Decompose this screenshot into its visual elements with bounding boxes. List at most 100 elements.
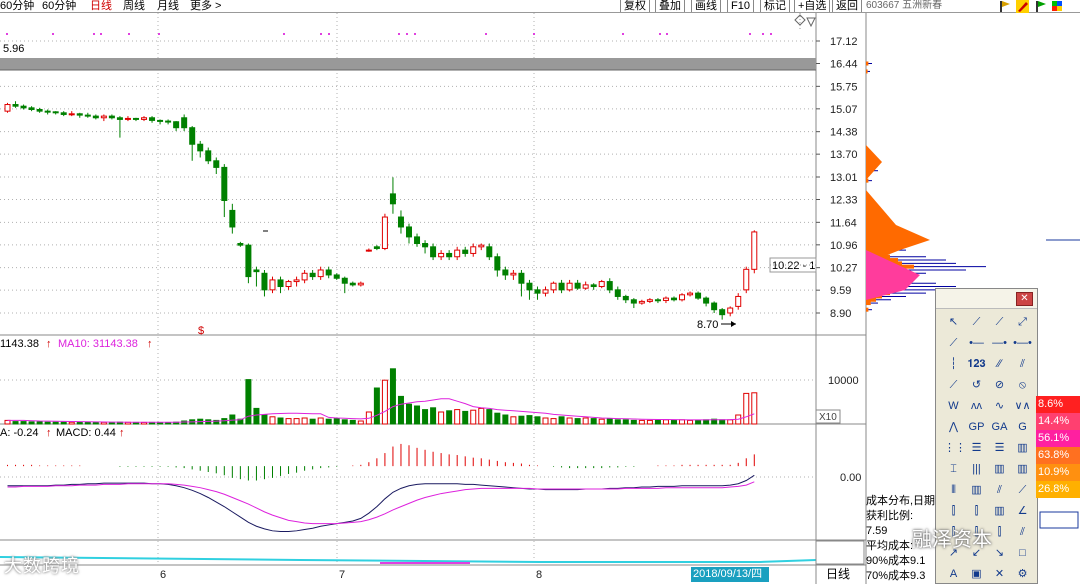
drawing-tool-icon[interactable]: ↖ — [944, 313, 963, 332]
f10-button[interactable]: F10 — [727, 0, 754, 12]
pencil-icon[interactable] — [1016, 0, 1029, 13]
drawing-tool-icon[interactable]: ⊘ — [990, 376, 1009, 395]
color-grid-icon[interactable] — [1052, 1, 1062, 11]
drawing-tool-icon[interactable]: 𝟏𝟐𝟑 — [967, 355, 986, 374]
drawing-tool-icon[interactable]: ⫴ — [944, 481, 963, 500]
drawing-tool-icon[interactable]: ⌶ — [944, 460, 963, 479]
candle-body — [510, 272, 517, 276]
close-icon[interactable]: ✕ — [1016, 292, 1033, 306]
period-weekly[interactable]: 周线 — [123, 0, 145, 12]
event-dot — [158, 33, 160, 35]
drawing-tool-icon[interactable]: ▥ — [1013, 460, 1032, 479]
period-more[interactable]: 更多 > — [190, 0, 221, 12]
drawing-tool-icon[interactable]: ▥ — [967, 481, 986, 500]
volume-bar — [590, 418, 597, 425]
drawing-tool-icon[interactable]: ⚙ — [1013, 565, 1032, 584]
drawing-tool-icon[interactable]: ⫿ — [967, 502, 986, 521]
volume-bar — [108, 421, 115, 425]
period-label[interactable]: 日线 — [826, 567, 850, 582]
drawing-tool-icon[interactable]: ▥ — [990, 460, 1009, 479]
candle — [719, 308, 726, 320]
drawing-tool-icon[interactable]: ⋮⋮ — [944, 439, 966, 458]
candle — [124, 116, 131, 122]
drawing-tool-icon[interactable]: ⫽ — [1013, 523, 1032, 542]
candle — [414, 233, 421, 247]
candle — [333, 273, 340, 280]
candle-body — [237, 243, 244, 246]
drawing-tool-icon[interactable]: ▥ — [1013, 439, 1032, 458]
candle-body — [12, 104, 19, 107]
candle — [654, 298, 661, 304]
volume-bar — [397, 395, 404, 425]
period-monthly[interactable]: 月线 — [157, 0, 179, 12]
drawing-tool-icon[interactable]: A — [944, 565, 963, 584]
volume-bar — [598, 418, 605, 425]
month-label: 6 — [160, 569, 166, 581]
drawing-tool-icon[interactable]: ⟋ — [1013, 481, 1032, 500]
add-watchlist-button[interactable]: +自选 — [794, 0, 831, 12]
drawing-tool-icon[interactable]: ▣ — [967, 565, 986, 584]
candle-body — [253, 269, 260, 273]
mark-button[interactable]: 标记 — [760, 0, 790, 12]
drawing-tool-icon[interactable]: ⫽ — [990, 481, 1009, 500]
resistance-band — [0, 58, 816, 70]
drawing-tool-icon[interactable]: ☰ — [990, 439, 1009, 458]
restore-rights-button[interactable]: 复权 — [620, 0, 650, 12]
period-daily[interactable]: 日线 — [90, 0, 112, 12]
overlay-button[interactable]: 叠加 — [655, 0, 685, 12]
drawing-tool-icon[interactable]: —• — [990, 334, 1009, 353]
drawing-tool-icon[interactable]: W — [944, 397, 963, 416]
drawing-tool-icon[interactable]: ↺ — [967, 376, 986, 395]
event-dot — [328, 33, 330, 35]
flag-green-icon[interactable] — [1036, 1, 1046, 12]
volume-bar — [638, 419, 645, 425]
drawing-tool-icon[interactable]: ⫿ — [944, 502, 963, 521]
candle-body — [149, 117, 156, 121]
drawing-tool-icon[interactable]: GA — [990, 418, 1009, 437]
period-60min-b[interactable]: 60分钟 — [42, 0, 76, 12]
drawing-tool-icon[interactable]: ⋀ — [944, 418, 963, 437]
candle — [582, 281, 589, 290]
candle — [478, 243, 485, 251]
drawing-tool-icon[interactable]: ∕∕ — [990, 355, 1009, 374]
drawing-tool-icon[interactable]: ∨∧ — [1013, 397, 1032, 416]
drawing-tool-icon[interactable]: ⤢ — [1013, 313, 1032, 332]
drawing-tool-icon[interactable]: ┆ — [944, 355, 963, 374]
drawing-tool-icon[interactable]: ⫿ — [990, 523, 1009, 542]
volume-bar — [542, 417, 549, 425]
drawing-tool-icon[interactable]: ʌʌ — [967, 397, 986, 416]
drawing-tool-icon[interactable]: ⫽ — [1013, 355, 1032, 374]
drawing-tool-icon[interactable]: ⟋ — [990, 313, 1009, 332]
period-60min-a[interactable]: 60分钟 — [0, 0, 34, 12]
back-button[interactable]: 返回 — [832, 0, 862, 12]
draw-line-button[interactable]: 画线 — [691, 0, 721, 12]
candle-body — [438, 252, 445, 258]
drawing-tool-icon[interactable]: GP — [967, 418, 986, 437]
flag-icon[interactable] — [1000, 1, 1010, 12]
volume-bar — [478, 407, 485, 425]
drawing-tool-icon[interactable]: •— — [967, 334, 986, 353]
candle-body — [349, 282, 356, 286]
drawing-tool-icon[interactable]: ∿ — [990, 397, 1009, 416]
info-profit-ratio: 获利比例: — [866, 510, 914, 522]
drawing-tool-icon[interactable]: ✕ — [990, 565, 1009, 584]
volume-bar — [486, 409, 493, 425]
drawing-tool-icon[interactable]: ↘ — [990, 544, 1009, 563]
event-dot — [659, 33, 661, 35]
drawing-tool-icon[interactable]: ⟋ — [967, 313, 986, 332]
drawing-tool-icon[interactable]: ⟋ — [944, 376, 963, 395]
drawing-tool-icon[interactable]: ⦸ — [1013, 376, 1032, 395]
drawing-tool-icon[interactable]: ▥ — [990, 502, 1009, 521]
drawing-tool-icon[interactable]: ☰ — [967, 439, 986, 458]
event-dot — [128, 33, 130, 35]
drawing-tool-icon[interactable]: ∠ — [1013, 502, 1032, 521]
drawing-tool-icon[interactable]: •—• — [1013, 334, 1032, 353]
drawing-tool-icon[interactable]: G — [1013, 418, 1032, 437]
drawing-tool-icon[interactable]: □ — [1013, 544, 1032, 563]
candle-body — [317, 269, 324, 278]
drawing-tool-icon[interactable]: ||| — [967, 460, 986, 479]
drawing-tool-icon[interactable]: ⟋ — [944, 334, 963, 353]
volume-bar — [349, 419, 356, 425]
candle — [189, 126, 196, 161]
macd-tick-label: 0.00 — [840, 472, 861, 484]
